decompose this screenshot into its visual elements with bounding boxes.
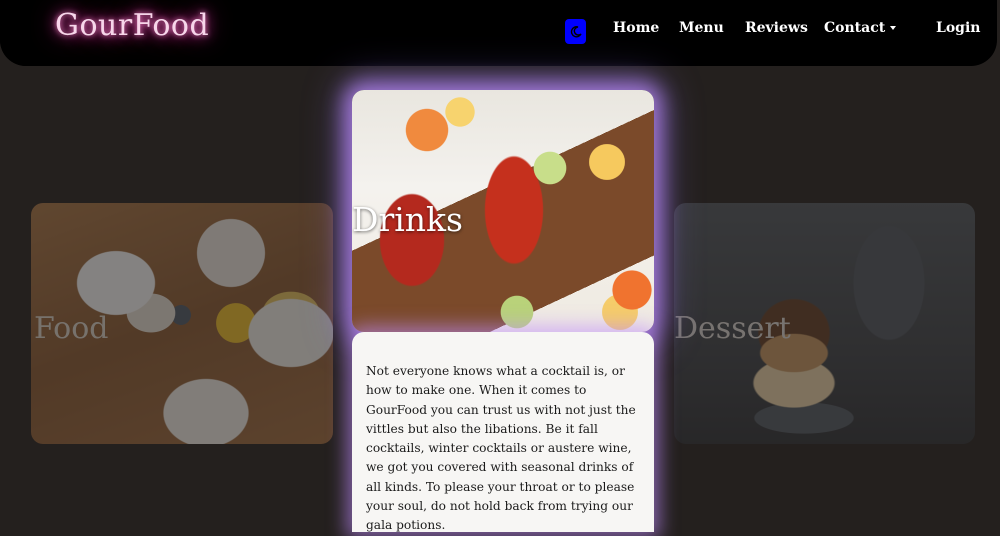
dessert-card-title: Dessert <box>674 311 791 346</box>
nav-menu-link[interactable]: Menu <box>679 20 724 36</box>
dessert-card[interactable]: Dessert <box>674 203 975 444</box>
nav-login-link[interactable]: Login <box>936 20 980 36</box>
drinks-description-card: Not everyone knows what a cocktail is, o… <box>352 332 654 532</box>
chevron-down-icon <box>890 26 897 30</box>
nav-reviews-link[interactable]: Reviews <box>745 20 808 36</box>
food-card[interactable]: Food <box>31 203 333 444</box>
moon-icon <box>570 25 582 37</box>
theme-toggle-button[interactable] <box>565 19 586 44</box>
food-card-title: Food <box>34 311 109 346</box>
navbar: GourFood Home Menu Reviews Contact Login <box>0 0 997 66</box>
brand-logo[interactable]: GourFood <box>55 8 209 43</box>
drinks-card[interactable]: Drinks <box>352 90 654 332</box>
nav-contact-dropdown[interactable]: Contact <box>824 20 897 36</box>
nav-contact-label: Contact <box>824 20 886 36</box>
nav-home-link[interactable]: Home <box>613 20 659 36</box>
drinks-card-title: Drinks <box>352 200 463 239</box>
drinks-description: Not everyone knows what a cocktail is, o… <box>366 364 636 533</box>
